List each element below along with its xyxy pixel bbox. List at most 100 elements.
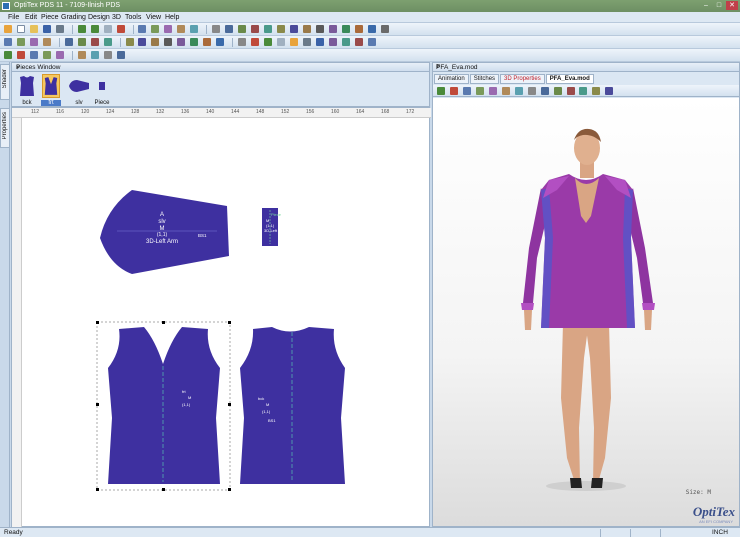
piece-thumb-bck[interactable] bbox=[18, 74, 36, 98]
grade-rule-icon[interactable] bbox=[29, 51, 38, 59]
zoom-icon[interactable] bbox=[103, 25, 112, 33]
undo-icon[interactable] bbox=[77, 25, 86, 33]
menu-design[interactable]: Design bbox=[88, 14, 110, 21]
tab-shader[interactable]: Shader bbox=[0, 64, 10, 100]
drill-icon[interactable] bbox=[264, 38, 273, 46]
extend-icon[interactable] bbox=[177, 38, 186, 46]
notch-tool-icon[interactable] bbox=[238, 25, 247, 33]
select-tool-icon[interactable] bbox=[4, 25, 12, 33]
piece-thumb-slv[interactable] bbox=[68, 79, 90, 93]
simulate-icon[interactable] bbox=[437, 87, 445, 95]
tension-map-icon[interactable] bbox=[527, 87, 536, 95]
marker-tool-icon[interactable] bbox=[341, 25, 350, 33]
close-icon[interactable]: × bbox=[16, 64, 426, 71]
line-tool-icon[interactable] bbox=[16, 38, 25, 46]
save-icon[interactable] bbox=[42, 25, 51, 33]
measure-icon[interactable] bbox=[540, 87, 549, 95]
camera-icon[interactable] bbox=[462, 87, 471, 95]
menu-edit[interactable]: Edit bbox=[25, 14, 37, 21]
texture-icon[interactable] bbox=[514, 87, 523, 95]
text-icon[interactable] bbox=[276, 38, 285, 46]
stop-icon[interactable] bbox=[449, 87, 458, 95]
menu-file[interactable]: File bbox=[8, 14, 19, 21]
menu-3d[interactable]: 3D bbox=[112, 14, 121, 21]
grade-copy-icon[interactable] bbox=[42, 51, 51, 59]
measure-tool-icon[interactable] bbox=[177, 25, 186, 33]
copy-icon[interactable] bbox=[190, 38, 199, 46]
tab-model[interactable]: PFA_Eva.mod bbox=[545, 74, 594, 84]
print-icon[interactable] bbox=[55, 25, 64, 33]
render-icon[interactable] bbox=[592, 87, 601, 95]
smooth-icon[interactable] bbox=[103, 38, 112, 46]
add-point-icon[interactable] bbox=[64, 38, 73, 46]
fold-tool-icon[interactable] bbox=[289, 25, 298, 33]
menu-tools[interactable]: Tools bbox=[125, 14, 141, 21]
tab-3d-properties[interactable]: 3D Properties bbox=[500, 74, 545, 84]
3d-view-icon[interactable] bbox=[225, 25, 234, 33]
layer-icon[interactable] bbox=[328, 38, 337, 46]
minimize-button[interactable]: – bbox=[700, 1, 712, 10]
refresh-icon[interactable] bbox=[4, 51, 12, 59]
grain-icon[interactable] bbox=[238, 38, 247, 46]
tab-properties[interactable]: Properties bbox=[0, 108, 10, 148]
dart-tool-icon[interactable] bbox=[315, 25, 324, 33]
small-piece[interactable]: Piece M (1,1) 3D-Left bbox=[262, 208, 282, 246]
trim-icon[interactable] bbox=[164, 38, 173, 46]
grid-icon[interactable] bbox=[341, 38, 350, 46]
align-icon[interactable] bbox=[125, 38, 134, 46]
arc-tool-icon[interactable] bbox=[29, 38, 38, 46]
model-icon[interactable] bbox=[488, 87, 497, 95]
piece-thumb-piece[interactable] bbox=[98, 81, 106, 91]
stop-icon[interactable] bbox=[16, 51, 25, 59]
back-piece[interactable]: bck M (1,1) BS1 bbox=[240, 327, 345, 484]
split-icon[interactable] bbox=[138, 38, 147, 46]
paste-icon[interactable] bbox=[203, 38, 212, 46]
offset-tool-icon[interactable] bbox=[42, 38, 51, 46]
layout-tool-icon[interactable] bbox=[354, 25, 363, 33]
help-icon[interactable] bbox=[212, 25, 221, 33]
plot-tool-icon[interactable] bbox=[367, 25, 376, 33]
join-icon[interactable] bbox=[151, 38, 160, 46]
label-icon[interactable] bbox=[289, 38, 298, 46]
delete-icon[interactable] bbox=[116, 25, 125, 33]
open-file-icon[interactable] bbox=[29, 25, 38, 33]
color-icon[interactable] bbox=[354, 38, 363, 46]
internal-icon[interactable] bbox=[251, 38, 260, 46]
pattern-canvas-area[interactable]: 112 116 120 124 128 132 136 140 144 148 … bbox=[11, 107, 431, 528]
curve-tool-icon[interactable] bbox=[190, 25, 199, 33]
delete-point-icon[interactable] bbox=[90, 38, 99, 46]
piece-thumb-frt[interactable] bbox=[42, 74, 60, 98]
point-tool-icon[interactable] bbox=[4, 38, 12, 46]
buttonhole-icon[interactable] bbox=[216, 38, 225, 46]
piece-tool-icon[interactable] bbox=[138, 25, 147, 33]
size-table-icon[interactable] bbox=[77, 51, 86, 59]
menu-view[interactable]: View bbox=[146, 14, 161, 21]
cut-tool-icon[interactable] bbox=[251, 25, 260, 33]
sew-tool-icon[interactable] bbox=[164, 25, 173, 33]
menu-grading[interactable]: Grading bbox=[61, 14, 86, 21]
menu-piece[interactable]: Piece bbox=[41, 14, 59, 21]
maximize-button[interactable]: □ bbox=[713, 1, 725, 10]
tab-animation[interactable]: Animation bbox=[434, 74, 469, 84]
front-piece[interactable]: frt M (1,1) bbox=[96, 321, 231, 491]
pleat-tool-icon[interactable] bbox=[328, 25, 337, 33]
redo-icon[interactable] bbox=[90, 25, 99, 33]
close-icon[interactable]: × bbox=[436, 63, 736, 70]
avatar-model[interactable] bbox=[433, 98, 739, 526]
pattern-drawing[interactable]: A slv M (1,1) 3D-Left Arm BS1 Piece M (1… bbox=[22, 118, 429, 526]
grade-paste-icon[interactable] bbox=[55, 51, 64, 59]
tab-stitches[interactable]: Stitches bbox=[469, 74, 500, 84]
layer-icon[interactable] bbox=[566, 87, 575, 95]
nest-icon[interactable] bbox=[90, 51, 99, 59]
settings-icon[interactable] bbox=[380, 25, 389, 33]
show-all-sizes-icon[interactable] bbox=[116, 51, 125, 59]
sleeve-piece[interactable]: A slv M (1,1) 3D-Left Arm BS1 bbox=[100, 190, 229, 274]
rotate-tool-icon[interactable] bbox=[276, 25, 285, 33]
menu-help[interactable]: Help bbox=[165, 14, 179, 21]
ruler-icon[interactable] bbox=[302, 38, 311, 46]
3d-scene[interactable]: Size: M OptiTex AN EFI COMPANY bbox=[433, 98, 739, 526]
pose-icon[interactable] bbox=[553, 87, 562, 95]
seam-tool-icon[interactable] bbox=[302, 25, 311, 33]
grade-tool-icon[interactable] bbox=[151, 25, 160, 33]
base-size-icon[interactable] bbox=[103, 51, 112, 59]
